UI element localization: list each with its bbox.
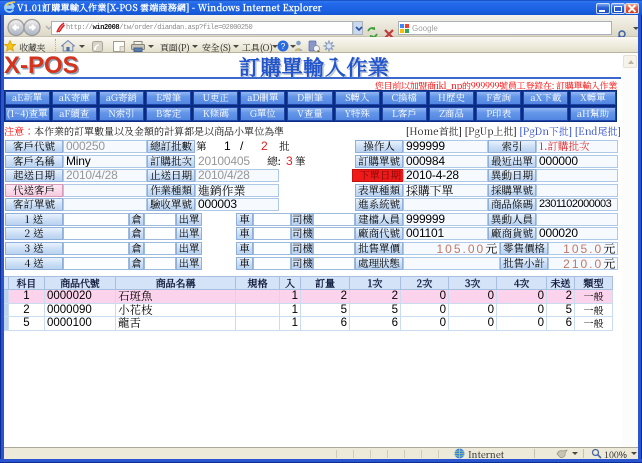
svg-text:?: ? bbox=[281, 41, 286, 51]
